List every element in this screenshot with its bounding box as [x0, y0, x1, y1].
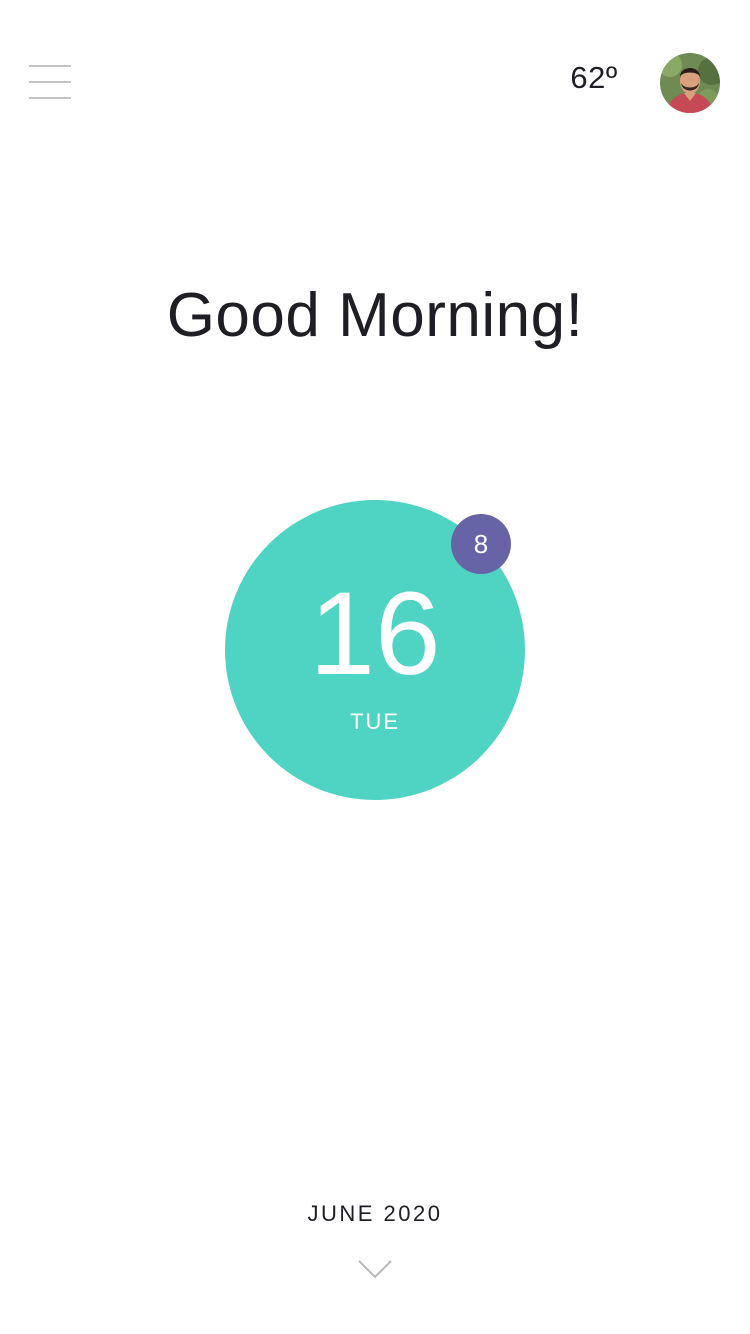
- user-avatar[interactable]: [660, 53, 720, 113]
- menu-line: [29, 65, 71, 67]
- menu-line: [29, 97, 71, 99]
- chevron-down-icon[interactable]: [356, 1258, 394, 1282]
- day-number: 16: [309, 568, 441, 700]
- event-count-badge: 8: [451, 514, 511, 574]
- hamburger-menu-icon[interactable]: [29, 62, 71, 102]
- chevron-down-glyph: [358, 1260, 392, 1279]
- month-year-label: JUNE 2020: [307, 1201, 443, 1226]
- temperature-reading: 62º: [570, 60, 618, 95]
- menu-line: [29, 81, 71, 83]
- avatar-image: [660, 53, 720, 113]
- greeting-title: Good Morning!: [166, 281, 584, 350]
- day-name: TUE: [350, 709, 400, 734]
